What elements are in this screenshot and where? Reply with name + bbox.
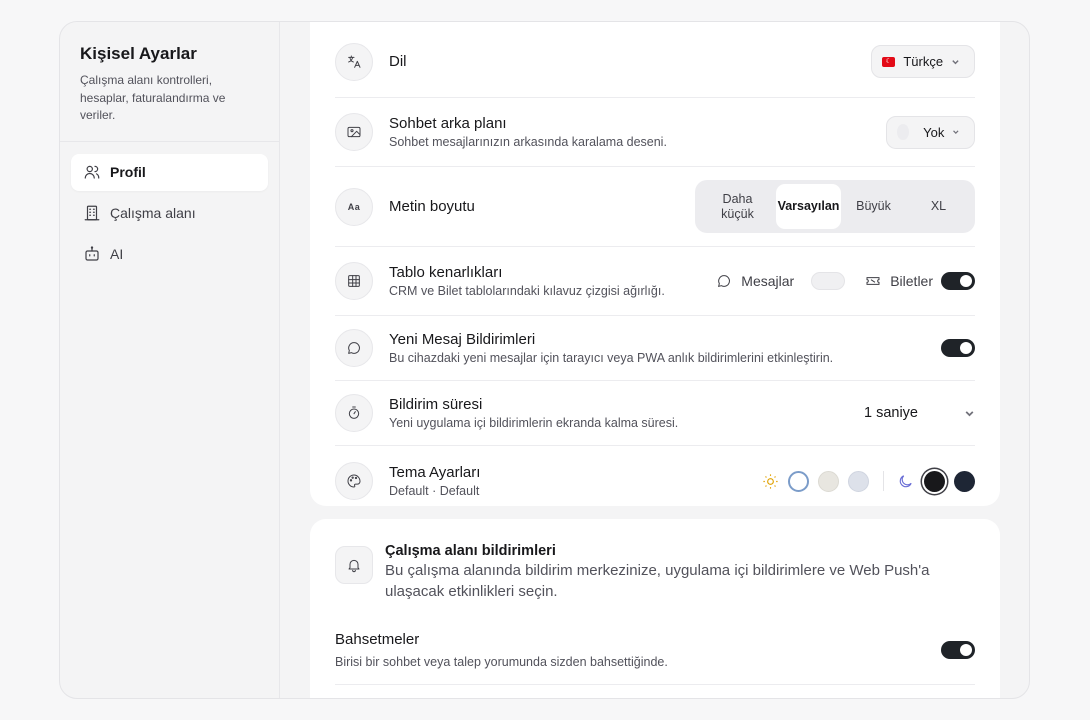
chat-background-row: Sohbet arka planı Sohbet mesajlarınızın … xyxy=(335,98,975,167)
new-message-notifications-row: Yeni Mesaj Bildirimleri Bu cihazdaki yen… xyxy=(335,316,975,381)
text-size-row: Aa Metin boyutu Daha küçük Varsayılan Bü… xyxy=(335,167,975,247)
theme-row: Tema Ayarları Default · Default xyxy=(335,446,975,516)
text-size-title: Metin boyutu xyxy=(389,198,475,215)
notification-duration-select[interactable]: 1 saniye xyxy=(864,405,975,421)
mentions-toggle[interactable] xyxy=(941,640,975,659)
workspace-notifications-card: Çalışma alanı bildirimleri Bu çalışma al… xyxy=(310,519,1000,698)
sidebar-item-ai[interactable]: AI xyxy=(71,236,268,273)
tickets-border-toggle[interactable] xyxy=(941,272,975,290)
theme-subtitle: Default · Default xyxy=(389,484,480,498)
table-borders-description: CRM ve Bilet tablolarındaki kılavuz çizg… xyxy=(389,284,665,298)
table-borders-row: Tablo kenarlıkları CRM ve Bilet tablolar… xyxy=(335,247,975,316)
turkey-flag-icon: ☾ xyxy=(882,56,896,67)
image-icon xyxy=(335,113,373,151)
new-message-notifications-title: Yeni Mesaj Bildirimleri xyxy=(389,331,536,348)
text-size-option-large[interactable]: Büyük xyxy=(841,184,906,229)
messages-border-toggle[interactable] xyxy=(811,272,846,290)
notification-duration-row: Bildirim süresi Yeni uygulama içi bildir… xyxy=(335,381,975,446)
text-size-option-smaller[interactable]: Daha küçük xyxy=(699,184,776,229)
sidebar-title: Kişisel Ayarlar xyxy=(80,44,197,63)
users-icon xyxy=(84,165,100,179)
workspace-notifications-title: Çalışma alanı bildirimleri xyxy=(385,543,556,559)
workspace-notifications-description: Bu çalışma alanında bildirim merkezinize… xyxy=(385,562,930,600)
mentions-row: Bahsetmeler Birisi bir sohbet veya talep… xyxy=(335,615,975,685)
tickets-toggle-group: Biletler xyxy=(865,272,975,290)
theme-dark-swatch-2[interactable] xyxy=(954,470,975,492)
translate-icon xyxy=(335,42,373,81)
notification-duration-value: 1 saniye xyxy=(863,405,918,421)
chevron-down-icon xyxy=(953,130,959,135)
sidebar-nav: Profil Çalışma alanı AI xyxy=(60,142,279,289)
text-size-icon: Aa xyxy=(335,187,373,226)
building-icon xyxy=(84,205,100,221)
chat-background-value: Yok xyxy=(923,124,945,140)
table-icon xyxy=(335,262,373,300)
sun-icon xyxy=(763,473,778,489)
text-size-option-default[interactable]: Varsayılan xyxy=(776,184,841,229)
sidebar-item-label: Çalışma alanı xyxy=(110,205,196,221)
sidebar: Kişisel Ayarlar Çalışma alanı kontroller… xyxy=(60,22,280,698)
chat-background-select[interactable]: Yok xyxy=(886,115,975,149)
workspace-notifications-header: Çalışma alanı bildirimleri Bu çalışma al… xyxy=(385,543,975,602)
theme-swatches xyxy=(762,470,975,492)
moon-icon xyxy=(899,474,912,487)
tickets-label: Biletler xyxy=(890,273,933,289)
palette-icon xyxy=(335,462,373,500)
messages-toggle-group: Mesajlar xyxy=(716,272,846,290)
bell-icon xyxy=(335,546,373,584)
chat-background-description: Sohbet mesajlarınızın arkasında karalama… xyxy=(389,135,667,149)
bot-icon xyxy=(85,246,99,261)
sidebar-item-label: AI xyxy=(110,246,124,262)
notification-duration-title: Bildirim süresi xyxy=(389,396,483,413)
theme-light-swatch-1[interactable] xyxy=(788,470,809,492)
timer-icon xyxy=(335,394,373,432)
new-message-notifications-description: Bu cihazdaki yeni mesajlar için tarayıcı… xyxy=(389,351,834,365)
sidebar-item-workspace[interactable]: Çalışma alanı xyxy=(71,195,268,232)
chat-bubble-icon xyxy=(718,275,731,288)
preferences-card: Dil ☾ Türkçe Sohbet arka planı Sohbet me… xyxy=(310,22,1000,506)
chat-background-title: Sohbet arka planı xyxy=(389,115,507,132)
chat-icon xyxy=(335,329,373,367)
theme-light-swatch-3[interactable] xyxy=(848,470,869,492)
table-borders-title: Tablo kenarlıkları xyxy=(389,264,503,281)
chevron-down-icon xyxy=(952,59,959,64)
new-message-notifications-toggle[interactable] xyxy=(941,339,975,357)
language-select[interactable]: ☾ Türkçe xyxy=(871,45,975,78)
sidebar-description: Çalışma alanı kontrolleri, hesaplar, fat… xyxy=(80,73,226,122)
sidebar-item-label: Profil xyxy=(110,164,146,180)
main-content: Dil ☾ Türkçe Sohbet arka planı Sohbet me… xyxy=(281,22,1029,698)
language-title: Dil xyxy=(389,53,407,70)
sidebar-item-profil[interactable]: Profil xyxy=(71,153,268,191)
pattern-preview-swatch xyxy=(897,124,910,140)
text-size-option-xl[interactable]: XL xyxy=(906,184,971,229)
notification-duration-description: Yeni uygulama içi bildirimlerin ekranda … xyxy=(389,416,679,430)
language-row: Dil ☾ Türkçe xyxy=(335,22,975,98)
mentions-title: Bahsetmeler xyxy=(335,630,420,648)
theme-light-swatch-2[interactable] xyxy=(818,470,839,492)
theme-divider xyxy=(883,471,884,491)
sidebar-header: Kişisel Ayarlar Çalışma alanı kontroller… xyxy=(60,22,279,142)
messages-label: Mesajlar xyxy=(741,273,795,289)
text-size-segmented-control: Daha küçük Varsayılan Büyük XL xyxy=(695,180,975,233)
language-value: Türkçe xyxy=(903,54,944,69)
settings-window: Kişisel Ayarlar Çalışma alanı kontroller… xyxy=(59,21,1030,699)
mentions-description: Birisi bir sohbet veya talep yorumunda s… xyxy=(335,654,668,669)
theme-dark-swatch-1[interactable] xyxy=(924,470,945,492)
chevron-down-icon xyxy=(965,410,974,416)
theme-title: Tema Ayarları xyxy=(389,464,481,481)
ticket-icon xyxy=(866,277,880,285)
